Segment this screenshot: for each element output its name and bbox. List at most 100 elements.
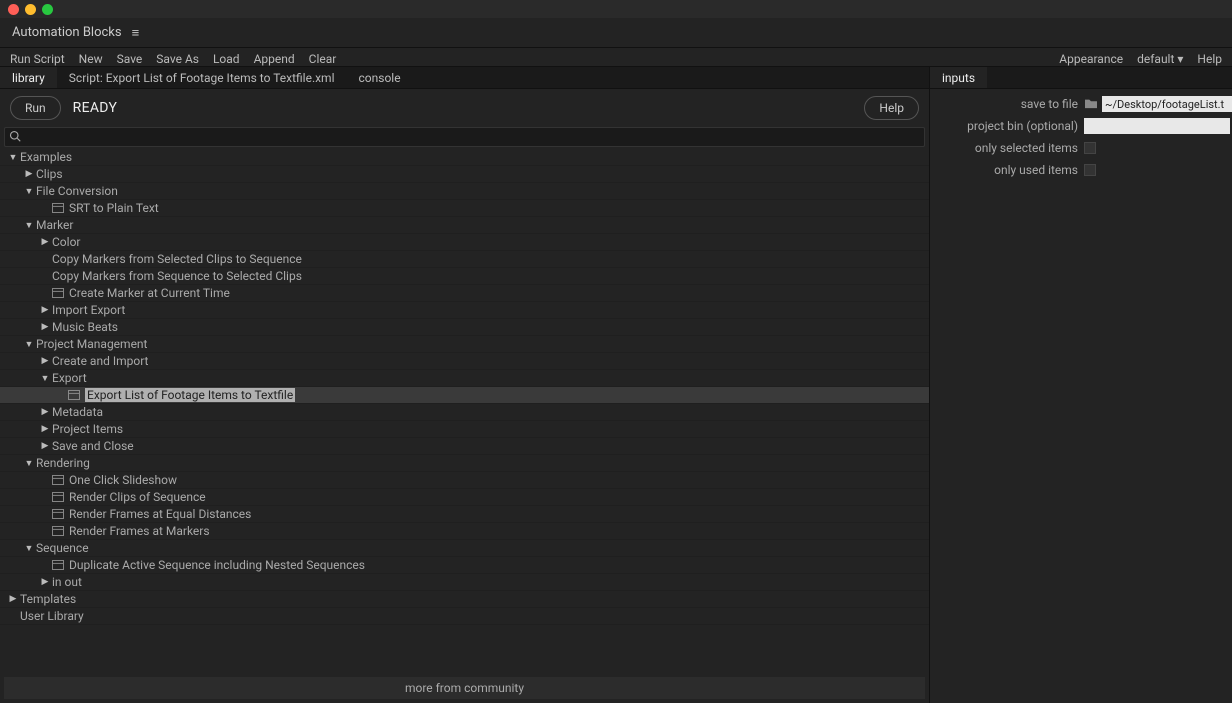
menu-run-script[interactable]: Run Script [10, 52, 65, 66]
tree-item-label: Sequence [36, 541, 89, 555]
tree-row[interactable]: SRT to Plain Text [0, 200, 929, 217]
chevron-right-icon[interactable]: ▶ [40, 237, 50, 247]
tree-row[interactable]: ▶Project Items [0, 421, 929, 438]
tree-row[interactable]: ▶Create and Import [0, 353, 929, 370]
tab-library[interactable]: library [0, 67, 57, 88]
only-used-checkbox[interactable] [1084, 164, 1096, 176]
tree-item-label: Export [52, 371, 87, 385]
menu-help[interactable]: Help [1197, 52, 1222, 66]
tree-row[interactable]: ▶Metadata [0, 404, 929, 421]
tree-row[interactable]: ▶Import Export [0, 302, 929, 319]
tree-item-label: Examples [20, 150, 72, 164]
close-dot-icon[interactable] [8, 4, 19, 15]
run-button[interactable]: Run [10, 96, 61, 120]
chevron-right-icon[interactable]: ▶ [8, 594, 18, 604]
panel-menu-icon[interactable]: ≡ [132, 25, 140, 41]
right-tabs: inputs [930, 67, 1232, 89]
more-from-community-link[interactable]: more from community [4, 677, 925, 699]
search-row[interactable] [4, 127, 925, 147]
chevron-right-icon[interactable]: ▶ [40, 424, 50, 434]
tree-row[interactable]: ▶Templates [0, 591, 929, 608]
tree-row[interactable]: User Library [0, 608, 929, 625]
help-button[interactable]: Help [864, 96, 919, 120]
search-icon [9, 130, 21, 145]
chevron-right-icon[interactable]: ▶ [40, 356, 50, 366]
tree-row[interactable]: ▼Marker [0, 217, 929, 234]
chevron-down-icon[interactable]: ▼ [24, 458, 34, 469]
chevron-right-icon[interactable]: ▶ [40, 322, 50, 332]
tree-item-label: One Click Slideshow [69, 473, 177, 487]
menu-append[interactable]: Append [254, 52, 295, 66]
menu-clear[interactable]: Clear [309, 52, 337, 66]
tree-item-label: Duplicate Active Sequence including Nest… [69, 558, 365, 572]
tree-row[interactable]: ▼Project Management [0, 336, 929, 353]
label-save-to-file: save to file [938, 97, 1078, 111]
tree-item-label: SRT to Plain Text [69, 201, 159, 215]
chevron-down-icon[interactable]: ▼ [24, 220, 34, 231]
tree-row[interactable]: Export List of Footage Items to Textfile [0, 387, 929, 404]
menubar: Run Script New Save Save As Load Append … [0, 48, 1232, 67]
chevron-right-icon[interactable]: ▶ [40, 577, 50, 587]
tree-row[interactable]: Duplicate Active Sequence including Nest… [0, 557, 929, 574]
menu-appearance[interactable]: Appearance [1059, 52, 1123, 66]
save-to-file-input[interactable] [1102, 96, 1232, 112]
label-project-bin: project bin (optional) [938, 119, 1078, 133]
tree-row[interactable]: ▶Save and Close [0, 438, 929, 455]
chevron-down-icon[interactable]: ▼ [8, 152, 18, 163]
project-bin-input[interactable] [1084, 118, 1230, 134]
tree-item-label: Copy Markers from Sequence to Selected C… [52, 269, 302, 283]
tree-row[interactable]: ▶Clips [0, 166, 929, 183]
tree-row[interactable]: Copy Markers from Sequence to Selected C… [0, 268, 929, 285]
zoom-dot-icon[interactable] [42, 4, 53, 15]
tree-item-label: Clips [36, 167, 63, 181]
tree-row[interactable]: Create Marker at Current Time [0, 285, 929, 302]
tree-row[interactable]: ▼Rendering [0, 455, 929, 472]
tree-item-label: Project Management [36, 337, 147, 351]
menu-save[interactable]: Save [117, 52, 143, 66]
menu-save-as[interactable]: Save As [156, 52, 199, 66]
tree-row[interactable]: ▼Export [0, 370, 929, 387]
minimize-dot-icon[interactable] [25, 4, 36, 15]
chevron-right-icon[interactable]: ▶ [40, 441, 50, 451]
tree-row[interactable]: ▼Sequence [0, 540, 929, 557]
only-selected-checkbox[interactable] [1084, 142, 1096, 154]
tree-row[interactable]: Render Clips of Sequence [0, 489, 929, 506]
tab-console[interactable]: console [347, 67, 413, 88]
status-text: READY [73, 100, 118, 116]
folder-icon[interactable] [1084, 97, 1098, 112]
script-file-icon [68, 390, 80, 400]
tree-row[interactable]: Render Frames at Markers [0, 523, 929, 540]
chevron-down-icon[interactable]: ▼ [40, 373, 50, 384]
library-tree[interactable]: ▼Examples▶Clips▼File ConversionSRT to Pl… [0, 149, 929, 673]
chevron-down-icon[interactable]: ▼ [24, 543, 34, 554]
preset-dropdown[interactable]: default ▾ [1137, 52, 1183, 66]
tree-item-label: Create Marker at Current Time [69, 286, 230, 300]
chevron-down-icon[interactable]: ▼ [24, 186, 34, 197]
search-input[interactable] [25, 130, 920, 144]
label-only-used: only used items [938, 163, 1078, 177]
tree-row[interactable]: ▶Color [0, 234, 929, 251]
tree-row[interactable]: Render Frames at Equal Distances [0, 506, 929, 523]
tree-row[interactable]: One Click Slideshow [0, 472, 929, 489]
tree-row[interactable]: ▶Music Beats [0, 319, 929, 336]
tab-inputs[interactable]: inputs [930, 67, 987, 88]
menu-new[interactable]: New [79, 52, 103, 66]
tree-row[interactable]: ▼File Conversion [0, 183, 929, 200]
tree-item-label: Project Items [52, 422, 123, 436]
tree-item-label: Render Frames at Markers [69, 524, 210, 538]
tree-row[interactable]: ▼Examples [0, 149, 929, 166]
tree-item-label: Templates [20, 592, 76, 606]
window-titlebar [0, 0, 1232, 18]
chevron-down-icon[interactable]: ▼ [24, 339, 34, 350]
menu-load[interactable]: Load [213, 52, 240, 66]
chevron-right-icon[interactable]: ▶ [40, 305, 50, 315]
script-file-icon [52, 509, 64, 519]
tree-item-label: Rendering [36, 456, 90, 470]
tree-row[interactable]: ▶in out [0, 574, 929, 591]
chevron-right-icon[interactable]: ▶ [40, 407, 50, 417]
tab-script[interactable]: Script: Export List of Footage Items to … [57, 67, 347, 88]
tree-item-label: Create and Import [52, 354, 148, 368]
script-file-icon [52, 526, 64, 536]
chevron-right-icon[interactable]: ▶ [24, 169, 34, 179]
tree-row[interactable]: Copy Markers from Selected Clips to Sequ… [0, 251, 929, 268]
